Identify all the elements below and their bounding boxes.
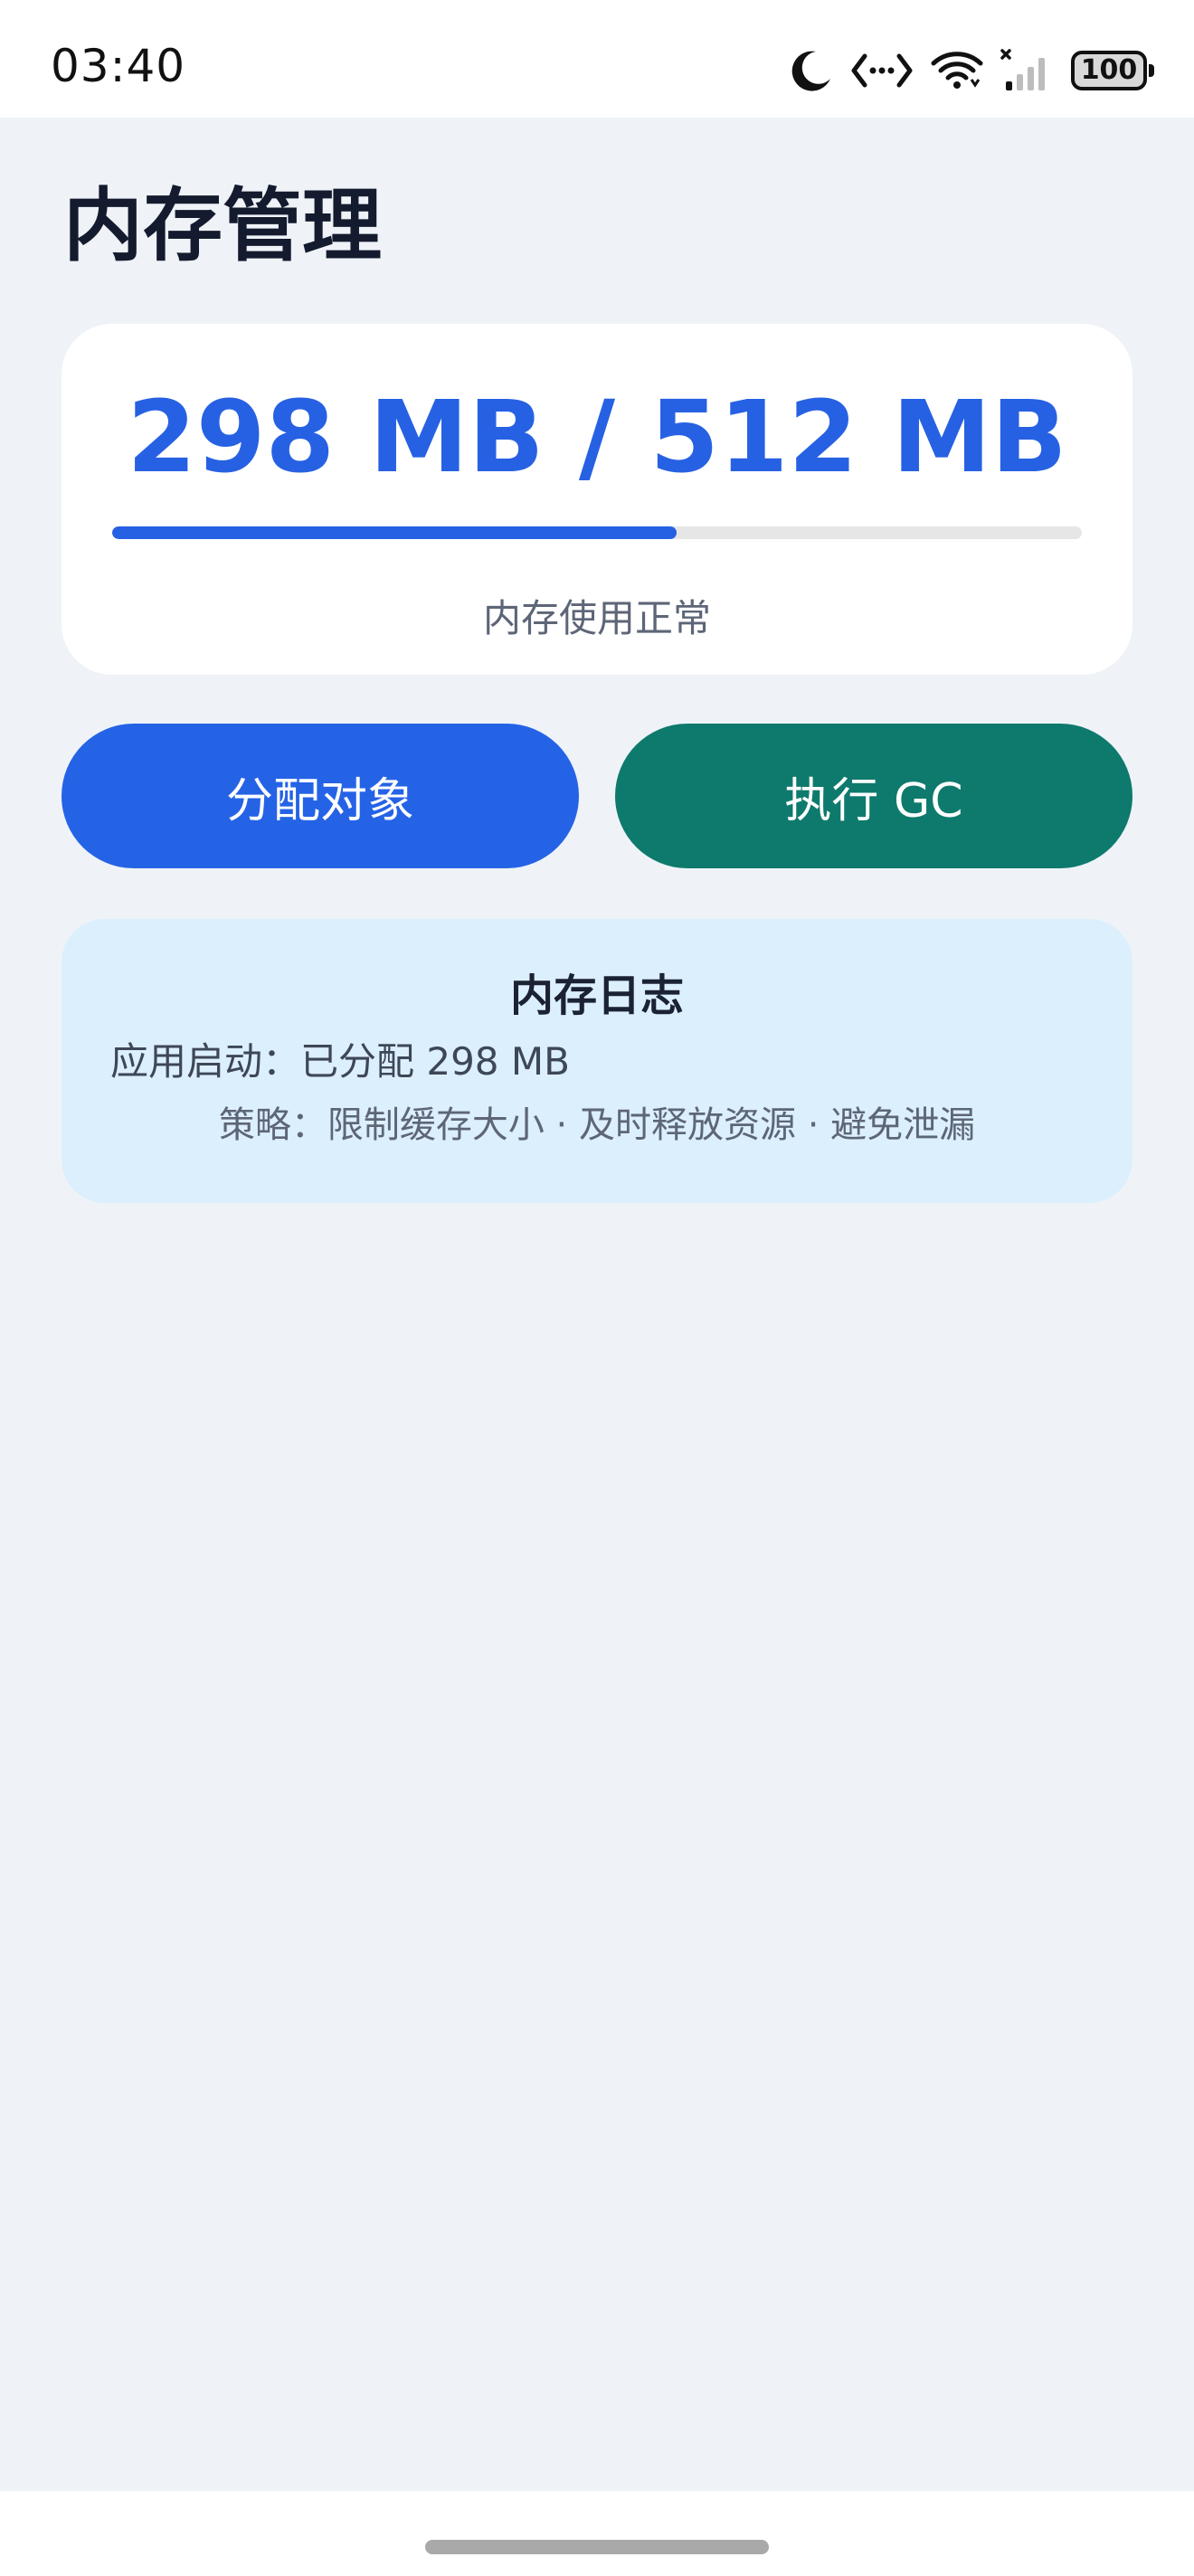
battery-level: 100 [1080, 54, 1138, 86]
page-title: 内存管理 [63, 179, 383, 272]
signal-icon [1000, 49, 1055, 92]
status-time: 03:40 [51, 40, 186, 92]
run-gc-button[interactable]: 执行 GC [615, 724, 1132, 868]
memory-log-card: 内存日志 应用启动：已分配 298 MB 策略：限制缓存大小 · 及时释放资源 … [62, 919, 1132, 1203]
memory-usage-card: 298 MB / 512 MB 内存使用正常 [62, 324, 1132, 675]
moon-icon [789, 48, 834, 93]
home-indicator[interactable] [425, 2540, 769, 2554]
log-strategy: 策略：限制缓存大小 · 及时释放资源 · 避免泄漏 [218, 1104, 976, 1146]
data-transfer-icon [850, 51, 914, 90]
log-title: 内存日志 [509, 971, 684, 1021]
memory-status-text: 内存使用正常 [482, 596, 711, 640]
allocate-objects-button[interactable]: 分配对象 [62, 724, 579, 868]
status-icons: 100 [789, 43, 1154, 98]
memory-progress-bar [112, 526, 1082, 539]
navigation-bar [0, 2491, 1194, 2576]
memory-progress-fill [112, 526, 677, 539]
status-bar: 03:40 100 [0, 0, 1194, 118]
battery-icon: 100 [1071, 51, 1154, 90]
log-entry: 应用启动：已分配 298 MB [110, 1039, 570, 1084]
wifi-icon [930, 51, 984, 90]
memory-usage-value: 298 MB / 512 MB [127, 379, 1067, 495]
